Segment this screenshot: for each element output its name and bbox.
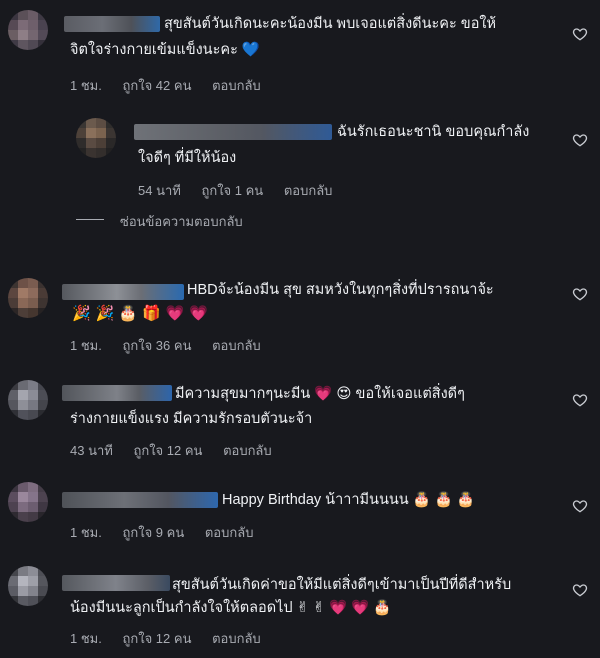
commenter-name[interactable] bbox=[62, 492, 218, 508]
reply-button[interactable]: ตอบกลับ bbox=[212, 338, 261, 353]
comment-meta: 1 ชม. ถูกใจ 12 คน ตอบกลับ bbox=[70, 628, 278, 649]
comment-text: มีความสุขมากๆนะมีน 💗 😍 ขอให้เจอแต่สิ่งดี… bbox=[175, 386, 465, 402]
avatar[interactable] bbox=[8, 482, 48, 522]
reply-button[interactable]: ตอบกลับ bbox=[212, 631, 261, 646]
comment-meta: 1 ชม. ถูกใจ 42 คน ตอบกลับ bbox=[70, 75, 278, 96]
comment-text: ร่างกายแข็งแรง มีความรักรอบตัวนะจ้า bbox=[70, 411, 313, 427]
reply-button[interactable]: ตอบกลับ bbox=[212, 78, 261, 93]
hide-replies-line bbox=[76, 219, 104, 220]
comment-time: 1 ชม. bbox=[70, 631, 102, 646]
heart-outline-icon[interactable] bbox=[572, 392, 588, 408]
like-count-link[interactable]: ถูกใจ 12 คน bbox=[133, 443, 202, 458]
heart-outline-icon[interactable] bbox=[572, 132, 588, 148]
comment-meta: 54 นาที ถูกใจ 1 คน ตอบกลับ bbox=[138, 180, 349, 201]
comment-time: 1 ชม. bbox=[70, 525, 102, 540]
comment-text: ฉันรักเธอนะชานิ ขอบคุณกำลัง bbox=[337, 124, 530, 140]
comment-text: Happy Birthday น้าาามีนนนน 🎂 🎂 🎂 bbox=[222, 492, 475, 508]
comment-meta: 43 นาที ถูกใจ 12 คน ตอบกลับ bbox=[70, 440, 289, 461]
like-count-link[interactable]: ถูกใจ 12 คน bbox=[122, 631, 191, 646]
comment-text: น้องมีนนะลูกเป็นกำลังใจให้ตลอดไป ✌ ✌ 💗 💗… bbox=[70, 600, 392, 616]
comment-time: 1 ชม. bbox=[70, 78, 102, 93]
avatar[interactable] bbox=[8, 10, 48, 50]
like-count-link[interactable]: ถูกใจ 42 คน bbox=[122, 78, 191, 93]
comment-time: 1 ชม. bbox=[70, 338, 102, 353]
comment-time: 54 นาที bbox=[138, 183, 181, 198]
comment-emoji-line: 🎉 🎉 🎂 🎁 💗 💗 bbox=[72, 304, 208, 322]
comment-meta: 1 ชม. ถูกใจ 9 คน ตอบกลับ bbox=[70, 522, 270, 543]
reply-button[interactable]: ตอบกลับ bbox=[205, 525, 254, 540]
comment-text: ใจดีๆ ที่มีให้น้อง bbox=[138, 150, 237, 166]
reply-button[interactable]: ตอบกลับ bbox=[223, 443, 272, 458]
avatar[interactable] bbox=[8, 278, 48, 318]
heart-outline-icon[interactable] bbox=[572, 498, 588, 514]
heart-outline-icon[interactable] bbox=[572, 582, 588, 598]
heart-outline-icon[interactable] bbox=[572, 286, 588, 302]
comment-text: จิตใจร่างกายเข้มแข็งนะคะ 💙 bbox=[70, 42, 260, 58]
hide-replies-button[interactable]: ซ่อนข้อความตอบกลับ bbox=[120, 211, 243, 232]
comment-meta: 1 ชม. ถูกใจ 36 คน ตอบกลับ bbox=[70, 335, 278, 356]
commenter-name[interactable] bbox=[62, 284, 184, 300]
like-count-link[interactable]: ถูกใจ 1 คน bbox=[201, 183, 263, 198]
comment-text: HBDจ้ะน้องมีน สุข สมหวังในทุกๆสิ่งที่ปรา… bbox=[187, 282, 494, 298]
commenter-name[interactable] bbox=[134, 124, 332, 140]
reply-button[interactable]: ตอบกลับ bbox=[284, 183, 333, 198]
commenter-name[interactable] bbox=[62, 385, 172, 401]
comment-time: 43 นาที bbox=[70, 443, 113, 458]
like-count-link[interactable]: ถูกใจ 36 คน bbox=[122, 338, 191, 353]
heart-outline-icon[interactable] bbox=[572, 26, 588, 42]
avatar[interactable] bbox=[8, 380, 48, 420]
avatar[interactable] bbox=[8, 566, 48, 606]
like-count-link[interactable]: ถูกใจ 9 คน bbox=[122, 525, 184, 540]
commenter-name[interactable] bbox=[64, 16, 160, 32]
avatar[interactable] bbox=[76, 118, 116, 158]
commenter-name[interactable] bbox=[62, 575, 170, 591]
comment-text: สุขสันต์วันเกิดนะคะน้องมีน พบเจอแต่สิ่งด… bbox=[164, 16, 497, 32]
